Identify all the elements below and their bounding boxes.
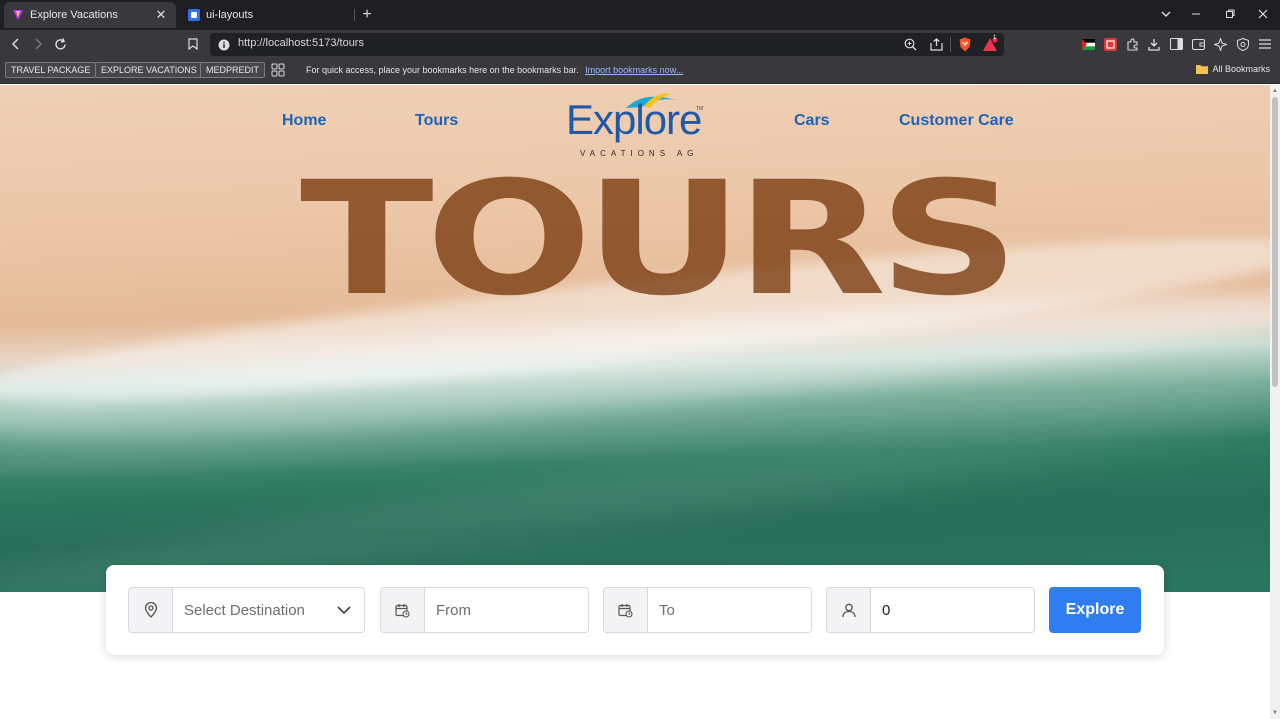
extension-red-icon[interactable]	[1101, 35, 1119, 53]
bookmark-page-icon[interactable]	[184, 35, 202, 53]
minimize-icon[interactable]	[1187, 6, 1205, 24]
destination-select[interactable]: Select Destination	[128, 587, 365, 633]
site-info-icon[interactable]	[218, 38, 230, 56]
from-date-placeholder: From	[436, 601, 471, 619]
vpn-shield-icon[interactable]	[1234, 35, 1252, 53]
explore-vacations-logo[interactable]: Explore TM VACATIONS AG	[566, 90, 706, 158]
tab-explore-vacations[interactable]: Explore Vacations ✕	[4, 2, 176, 28]
page-viewport: Home Tours Explore TM VACATIONS AG Cars …	[0, 85, 1270, 719]
destination-value: Select Destination	[184, 601, 305, 619]
page-scrollbar[interactable]: ▲ ▼	[1270, 85, 1280, 719]
menu-hamburger-icon[interactable]	[1256, 35, 1274, 53]
nav-customer-care-link[interactable]: Customer Care	[899, 112, 1014, 130]
scroll-down-icon[interactable]: ▼	[1270, 708, 1280, 718]
tab-list-chevron-icon[interactable]	[1157, 6, 1175, 24]
scroll-up-icon[interactable]: ▲	[1270, 86, 1280, 96]
bookmark-explore-vacations[interactable]: EXPLORE VACATIONS	[95, 62, 203, 78]
apps-grid-icon[interactable]	[271, 63, 285, 82]
close-tab-icon[interactable]: ✕	[154, 8, 168, 22]
to-date-field[interactable]: To	[603, 587, 812, 633]
scrollbar-thumb[interactable]	[1272, 97, 1278, 387]
site-favicon-icon	[188, 9, 200, 21]
hero-banner: Home Tours Explore TM VACATIONS AG Cars …	[0, 85, 1270, 592]
guests-value: 0	[882, 601, 891, 619]
all-bookmarks-label: All Bookmarks	[1212, 64, 1270, 74]
logo-trademark: TM	[696, 106, 704, 112]
all-bookmarks-button[interactable]: All Bookmarks	[1196, 64, 1270, 74]
address-separator	[950, 37, 951, 52]
folder-icon	[1196, 64, 1209, 74]
nav-home-link[interactable]: Home	[282, 112, 326, 130]
bookmarks-hint: For quick access, place your bookmarks h…	[306, 65, 683, 75]
nav-cars-link[interactable]: Cars	[794, 112, 830, 130]
tab-title: ui-layouts	[206, 9, 254, 21]
guests-field[interactable]: 0	[826, 587, 1035, 633]
rewards-badge: 1	[993, 35, 997, 41]
bookmarks-hint-text: For quick access, place your bookmarks h…	[306, 65, 579, 75]
location-pin-icon	[129, 588, 173, 632]
hero-title: TOURS	[300, 148, 1020, 331]
to-date-placeholder: To	[659, 601, 675, 619]
share-icon[interactable]	[930, 38, 943, 56]
nav-tours-link[interactable]: Tours	[415, 112, 458, 130]
forward-icon[interactable]	[29, 35, 47, 53]
calendar-icon	[604, 588, 648, 632]
logo-word: Explore	[566, 96, 702, 143]
flag-extension-icon[interactable]	[1079, 35, 1097, 53]
brave-shields-icon[interactable]	[958, 37, 972, 57]
chevron-down-icon	[324, 588, 364, 632]
zoom-icon[interactable]	[904, 38, 917, 56]
browser-tab-bar: Explore Vacations ✕ ui-layouts +	[0, 0, 1280, 30]
address-bar[interactable]: http://localhost:5173/tours 1	[210, 33, 1004, 56]
tab-ui-layouts[interactable]: ui-layouts	[180, 2, 352, 28]
restore-icon[interactable]	[1221, 6, 1239, 24]
bookmark-travel-package[interactable]: TRAVEL PACKAGE	[5, 62, 97, 78]
browser-toolbar: http://localhost:5173/tours 1	[0, 30, 1280, 58]
calendar-icon	[381, 588, 425, 632]
reload-icon[interactable]	[51, 35, 69, 53]
back-icon[interactable]	[7, 35, 25, 53]
search-card: Select Destination From To 0 Explore	[106, 565, 1164, 655]
explore-button[interactable]: Explore	[1049, 587, 1141, 633]
import-bookmarks-link[interactable]: Import bookmarks now...	[585, 65, 683, 75]
url-text: http://localhost:5173/tours	[238, 37, 364, 49]
user-icon	[827, 588, 871, 632]
from-date-field[interactable]: From	[380, 587, 589, 633]
extensions-puzzle-icon[interactable]	[1123, 35, 1141, 53]
wallet-icon[interactable]	[1189, 35, 1207, 53]
bookmark-medpredit[interactable]: MEDPREDIT	[200, 62, 266, 78]
download-icon[interactable]	[1145, 35, 1163, 53]
leo-ai-icon[interactable]	[1211, 35, 1229, 53]
plus-icon[interactable]: +	[358, 6, 376, 24]
close-window-icon[interactable]	[1254, 6, 1272, 24]
tab-title: Explore Vacations	[30, 9, 118, 21]
bookmarks-bar: TRAVEL PACKAGE EXPLORE VACATIONS MEDPRED…	[0, 58, 1280, 84]
vite-favicon-icon	[12, 9, 24, 21]
sidebar-icon[interactable]	[1167, 35, 1185, 53]
tab-separator	[354, 9, 355, 21]
